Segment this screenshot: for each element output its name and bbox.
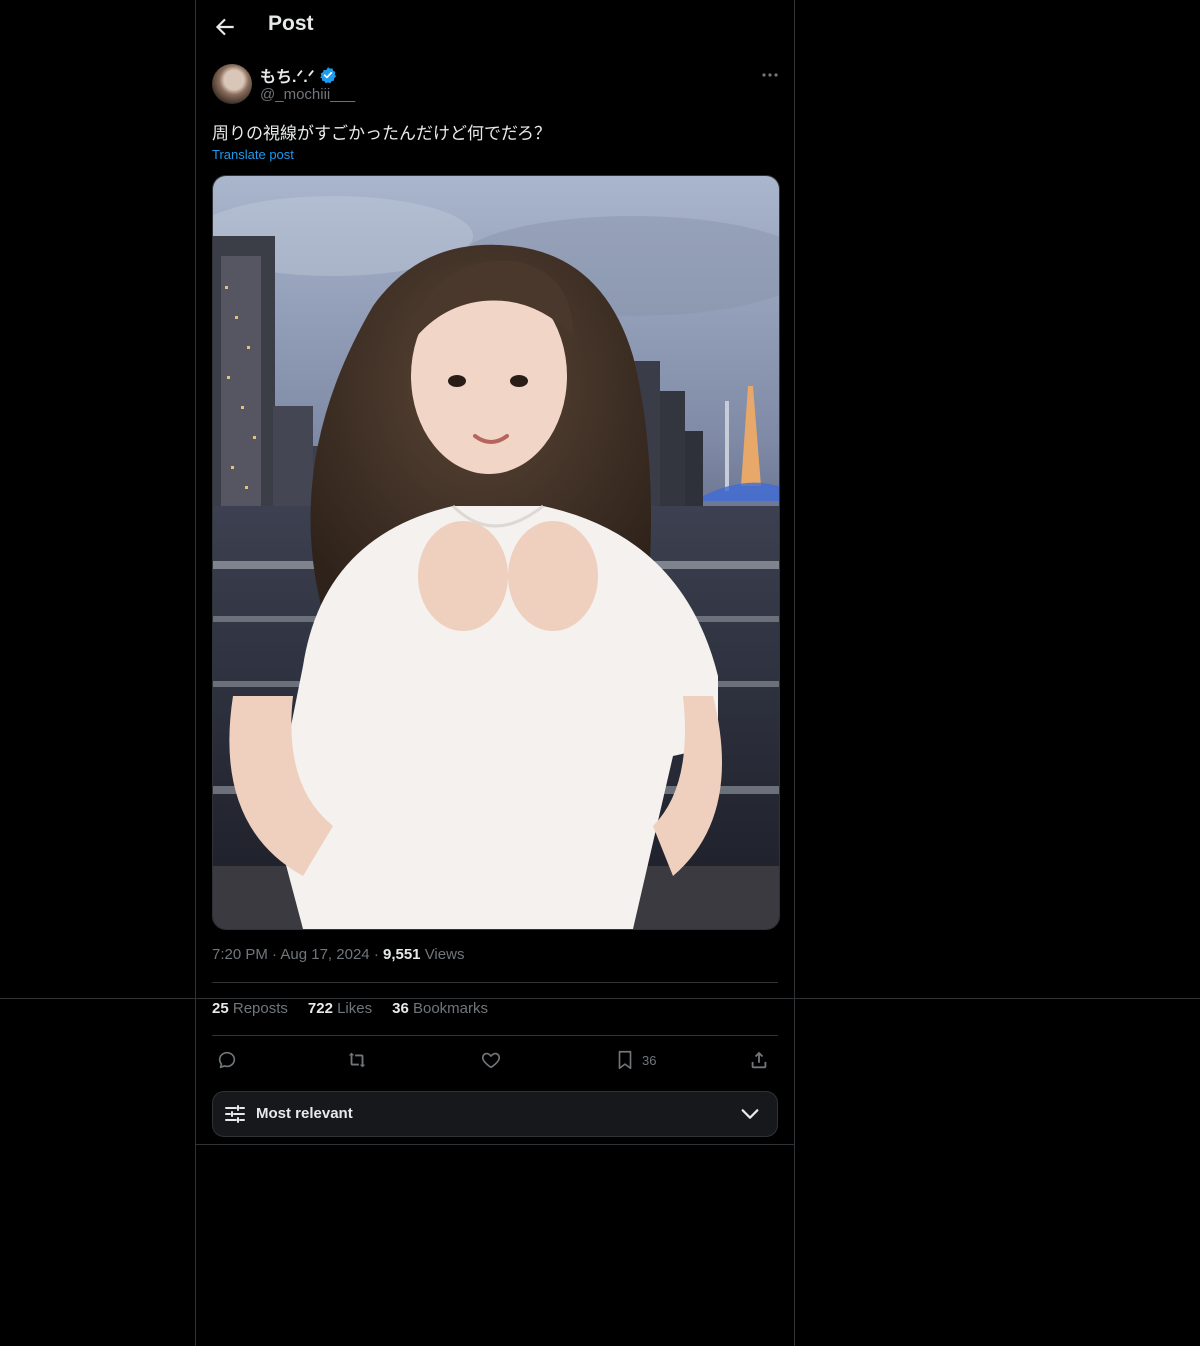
like-button[interactable] [480,1048,502,1072]
post-text: 周りの視線がすごかったんだけど何でだろ？ [212,124,551,144]
verified-badge-icon [319,67,336,84]
filter-sliders-icon [225,1105,245,1123]
avatar[interactable] [212,64,252,104]
reposts-stat[interactable]: 25 Reposts [212,1000,288,1017]
post-stats: 25 Reposts 722 Likes 36 Bookmarks [212,1000,488,1017]
bookmarks-count: 36 [392,1000,409,1017]
bookmarks-stat[interactable]: 36 Bookmarks [392,1000,488,1017]
repost-button[interactable] [346,1048,368,1072]
author-handle[interactable]: @_mochiii___ [260,86,355,103]
like-icon [481,1052,501,1069]
header: Post [196,0,794,54]
more-dots-icon [762,73,778,77]
post-date[interactable]: Aug 17, 2024 [280,946,369,963]
author-name[interactable]: もち.ᐟ.ᐟ [260,63,315,87]
divider [196,1144,794,1145]
repost-icon [348,1052,366,1068]
reply-icon [218,1051,236,1069]
back-button[interactable] [212,14,238,40]
views-label: Views [424,946,465,963]
bookmarks-label: Bookmarks [412,1000,489,1017]
more-button[interactable] [758,64,782,86]
divider [212,982,778,983]
sort-label: Most relevant [256,1105,353,1122]
bookmark-icon [618,1050,632,1070]
divider [212,1035,778,1036]
post-time[interactable]: 7:20 PM [212,946,268,963]
reposts-label: Reposts [232,1000,288,1017]
likes-label: Likes [337,1000,373,1017]
sort-replies-dropdown[interactable]: Most relevant [212,1091,778,1137]
share-icon [751,1051,767,1069]
action-bar: 36 [212,1044,778,1076]
translate-post-link[interactable]: Translate post [212,147,294,162]
likes-count: 722 [307,1000,333,1017]
likes-stat[interactable]: 722 Likes [308,1000,372,1017]
post-image[interactable] [212,175,780,930]
bookmark-button[interactable]: 36 [614,1048,656,1072]
views-count: 9,551 [382,946,421,963]
reply-button[interactable] [216,1048,238,1072]
page-title: Post [268,12,314,35]
arrow-left-icon [215,18,234,36]
photo-illustration [213,176,779,929]
meta-dot: · [373,946,383,963]
post-meta: 7:20 PM · Aug 17, 2024 · 9,551 Views [212,946,464,963]
chevron-down-icon [741,1109,759,1119]
share-button[interactable] [748,1048,770,1072]
reposts-count: 25 [212,1000,229,1017]
bookmark-count: 36 [642,1052,657,1068]
main-column: Post もち.ᐟ.ᐟ @_mochiii___ 周りの視線がすごかったんだけど… [195,0,795,1346]
author-name-row: もち.ᐟ.ᐟ [260,64,337,86]
